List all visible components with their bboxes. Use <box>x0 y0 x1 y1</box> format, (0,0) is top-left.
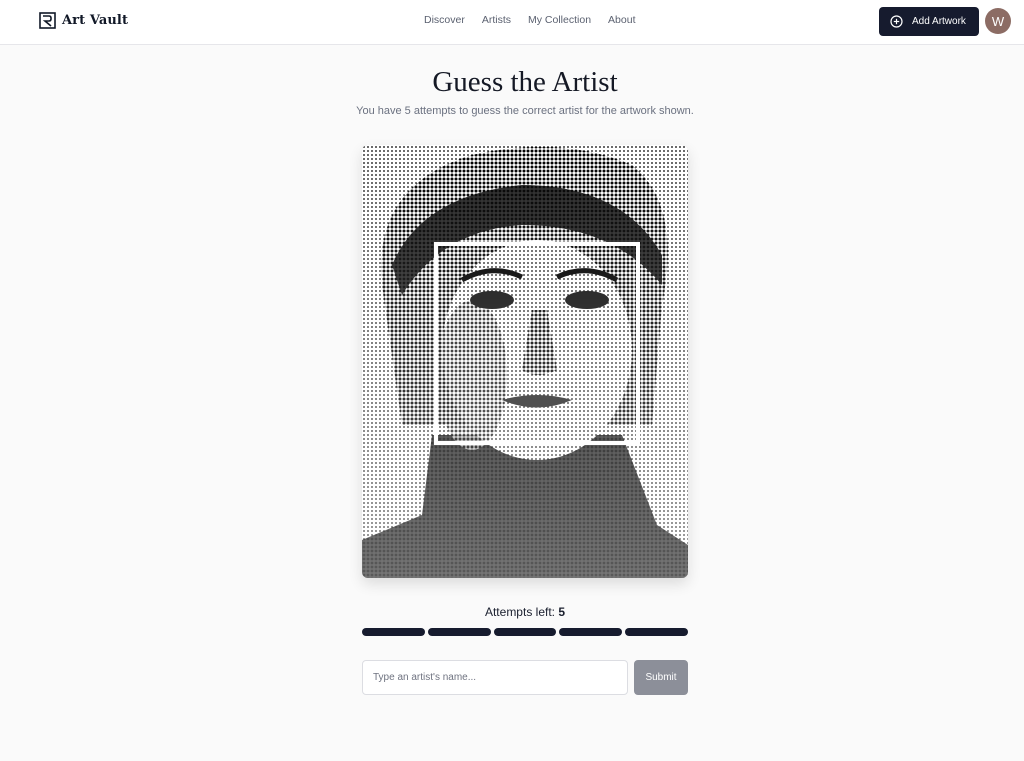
plus-circle-icon <box>890 15 903 28</box>
submit-button[interactable]: Submit <box>634 660 688 695</box>
attempt-bar-4 <box>559 628 623 636</box>
halftone-sculpture-portrait <box>362 145 688 578</box>
artwork-image <box>362 145 688 578</box>
nav-my-collection[interactable]: My Collection <box>528 14 591 26</box>
attempts-left-text: Attempts left: <box>484 605 555 619</box>
art-vault-logo-icon <box>39 12 56 29</box>
attempt-bar-3 <box>493 628 557 636</box>
attempt-bar-5 <box>625 628 688 636</box>
page-subtitle: You have 5 attempts to guess the correct… <box>356 105 694 117</box>
attempt-bar-1 <box>362 628 425 636</box>
artist-guess-input[interactable] <box>362 660 628 695</box>
add-artwork-button[interactable]: Add Artwork <box>879 7 979 36</box>
top-navbar: Art Vault Discover Artists My Collection… <box>0 0 1024 45</box>
user-avatar[interactable]: W <box>985 8 1011 34</box>
attempt-bar-2 <box>427 628 491 636</box>
brand-name: Art Vault <box>62 13 129 28</box>
nav-artists[interactable]: Artists <box>482 14 511 26</box>
nav-about[interactable]: About <box>608 14 635 26</box>
main-nav: Discover Artists My Collection About <box>424 14 636 26</box>
attempts-progress <box>362 628 688 636</box>
nav-discover[interactable]: Discover <box>424 14 465 26</box>
page-title: Guess the Artist <box>432 66 618 98</box>
attempts-left-count: 5 <box>558 605 566 619</box>
brand[interactable]: Art Vault <box>39 12 128 29</box>
attempts-left-label: Attempts left: 5 <box>362 605 688 619</box>
add-artwork-label: Add Artwork <box>912 16 966 27</box>
